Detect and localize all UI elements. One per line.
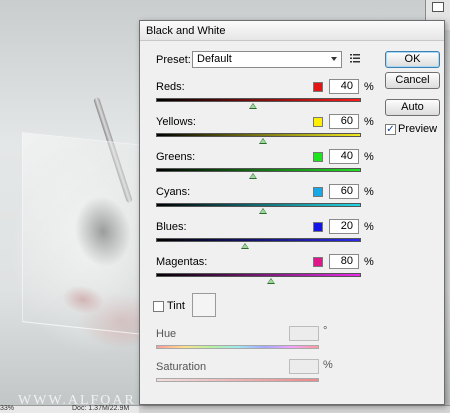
ok-button[interactable]: OK — [385, 51, 440, 68]
percent-unit-greens: % — [364, 151, 374, 163]
color-swatch-cyans — [313, 187, 323, 197]
preset-value: Default — [197, 53, 232, 65]
value-input-greens[interactable]: 40 — [329, 149, 359, 164]
dialog-title[interactable]: Black and White — [140, 21, 444, 41]
auto-button[interactable]: Auto — [385, 99, 440, 116]
tint-color-swatch[interactable] — [192, 293, 216, 317]
slider-label-cyans: Cyans: — [156, 186, 191, 198]
slider-track-yellows[interactable] — [156, 133, 361, 137]
slider-label-yellows: Yellows: — [156, 116, 196, 128]
hue-slider-track[interactable] — [156, 345, 319, 349]
preview-checkbox[interactable]: ✓ — [385, 124, 396, 135]
value-input-reds[interactable]: 40 — [329, 79, 359, 94]
slider-thumb-reds[interactable] — [249, 103, 258, 109]
slider-label-blues: Blues: — [156, 221, 187, 233]
color-swatch-blues — [313, 222, 323, 232]
slider-thumb-greens[interactable] — [249, 173, 258, 179]
color-swatch-greens — [313, 152, 323, 162]
black-and-white-dialog: Black and White Preset: Default OK Cance… — [139, 20, 445, 405]
saturation-unit: % — [323, 359, 333, 371]
slider-thumb-blues[interactable] — [241, 243, 250, 249]
saturation-slider-track[interactable] — [156, 378, 319, 382]
workspace-strip — [139, 406, 450, 413]
list-menu-icon[interactable] — [349, 52, 361, 64]
percent-unit-magentas: % — [364, 256, 374, 268]
slider-thumb-yellows[interactable] — [258, 138, 267, 144]
slider-track-magentas[interactable] — [156, 273, 361, 277]
value-input-yellows[interactable]: 60 — [329, 114, 359, 129]
slider-track-greens[interactable] — [156, 168, 361, 172]
slider-label-magentas: Magentas: — [156, 256, 208, 268]
percent-unit-cyans: % — [364, 186, 374, 198]
doc-size-readout: Doc: 1.37M/22.9M — [72, 405, 130, 412]
preset-select[interactable]: Default — [192, 51, 342, 68]
value-input-blues[interactable]: 20 — [329, 219, 359, 234]
color-swatch-yellows — [313, 117, 323, 127]
slider-thumb-magentas[interactable] — [266, 278, 275, 284]
panel-icon[interactable] — [432, 2, 444, 12]
color-swatch-magentas — [313, 257, 323, 267]
slider-label-reds: Reds: — [156, 81, 185, 93]
tint-checkbox[interactable] — [153, 301, 164, 312]
slider-track-blues[interactable] — [156, 238, 361, 242]
hue-label: Hue — [156, 328, 177, 340]
preset-label: Preset: — [156, 54, 191, 66]
chevron-down-icon — [331, 57, 337, 61]
slider-track-reds[interactable] — [156, 98, 361, 102]
hue-unit: ° — [323, 325, 328, 337]
percent-unit-reds: % — [364, 81, 374, 93]
value-input-magentas[interactable]: 80 — [329, 254, 359, 269]
slider-thumb-cyans[interactable] — [258, 208, 267, 214]
tint-label: Tint — [167, 300, 185, 312]
percent-unit-blues: % — [364, 221, 374, 233]
cancel-button[interactable]: Cancel — [385, 72, 440, 89]
saturation-input[interactable] — [289, 359, 319, 374]
slider-label-greens: Greens: — [156, 151, 196, 163]
hue-input[interactable] — [289, 326, 319, 341]
slider-track-cyans[interactable] — [156, 203, 361, 207]
zoom-readout[interactable]: 33% — [0, 405, 18, 413]
preview-label: Preview — [398, 123, 438, 135]
saturation-label: Saturation — [156, 361, 207, 373]
color-swatch-reds — [313, 82, 323, 92]
value-input-cyans[interactable]: 60 — [329, 184, 359, 199]
percent-unit-yellows: % — [364, 116, 374, 128]
